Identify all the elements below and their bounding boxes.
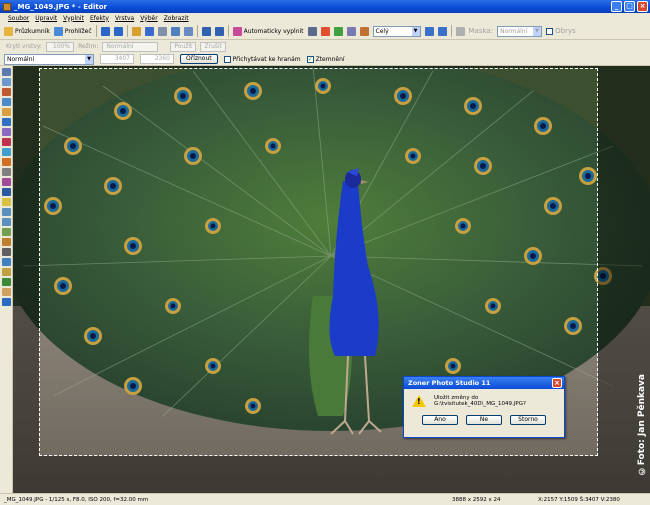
maximize-button[interactable]: □	[624, 1, 635, 12]
magic-wand-icon	[232, 26, 242, 36]
eyedropper-tool-icon[interactable]	[2, 248, 11, 256]
levels-icon[interactable]	[307, 26, 317, 36]
gradient-tool-icon[interactable]	[2, 178, 11, 186]
app-icon	[3, 2, 11, 11]
redo-icon[interactable]	[214, 26, 224, 36]
smudge-tool-icon[interactable]	[2, 268, 11, 276]
clone-tool-icon[interactable]	[2, 148, 11, 156]
chevron-down-icon: ▼	[533, 26, 542, 36]
sharpen-icon[interactable]	[346, 26, 356, 36]
crop-height-input[interactable]: 2360	[140, 54, 174, 64]
crop-toolbar: Normální ▼ 3407 2360 Oříznout Přichytávat…	[0, 53, 650, 66]
forward-arrow-icon[interactable]	[113, 26, 123, 36]
crop-button[interactable]: Oříznout	[180, 54, 218, 64]
print-icon[interactable]	[157, 26, 167, 36]
rezim-label: Režim:	[78, 43, 99, 50]
dialog-close-icon[interactable]: ×	[552, 378, 562, 388]
color-tool-icon[interactable]	[2, 128, 11, 136]
minimize-button[interactable]: _	[611, 1, 622, 12]
dialog-yes-button[interactable]: Ano	[422, 415, 458, 425]
menu-bar: Soubor Upravit Vyplnit Efekty Vrstva Výb…	[0, 13, 650, 23]
mask-select[interactable]: Normální ▼	[497, 25, 543, 37]
menu-vyber[interactable]: Výběr	[140, 15, 157, 22]
snap-checkbox[interactable]: Přichytávat ke hranám	[223, 55, 301, 63]
bucket-tool-icon[interactable]	[2, 198, 11, 206]
paste-icon[interactable]	[183, 26, 193, 36]
menu-efekty[interactable]: Efekty	[90, 15, 109, 22]
layer-icon[interactable]	[455, 26, 465, 36]
zoom-select[interactable]: Celý ▼	[372, 25, 421, 37]
crop-tool-icon[interactable]	[2, 88, 11, 96]
perspective-tool-icon[interactable]	[2, 118, 11, 126]
fit-icon[interactable]	[424, 26, 434, 36]
dialog-title: Zoner Photo Studio 11	[408, 379, 491, 387]
layer-toolbar: Krytí vrstvy: 100% Režim: Normální Použí…	[0, 40, 650, 53]
status-coords: X:2157 Y:1509 Š:3407 V:2380	[538, 496, 620, 503]
dialog-title-bar: Zoner Photo Studio 11 ×	[404, 377, 564, 389]
shape-tool-icon[interactable]	[2, 258, 11, 266]
rect-select-tool-icon[interactable]	[2, 208, 11, 216]
chevron-down-icon: ▼	[411, 26, 420, 36]
text-tool-icon[interactable]	[2, 188, 11, 196]
eraser-tool-icon[interactable]	[2, 168, 11, 176]
dialog-no-button[interactable]: Ne	[466, 415, 502, 425]
crop-mode-select[interactable]: Normální ▼	[4, 53, 94, 65]
crop-width-input[interactable]: 3407	[100, 54, 134, 64]
undo-icon[interactable]	[201, 26, 211, 36]
kryti-input[interactable]: 100%	[46, 41, 75, 52]
rotate-tool-icon[interactable]	[2, 98, 11, 106]
darken-checkbox[interactable]: ✓ Ztemnění	[306, 55, 345, 63]
menu-vyplnit[interactable]: Vyplnit	[63, 15, 84, 22]
dialog-cancel-button[interactable]: Storno	[510, 415, 546, 425]
levels-tool-icon[interactable]	[2, 108, 11, 116]
save-dialog: Zoner Photo Studio 11 × ! Uložit změny d…	[403, 376, 565, 438]
color-icon[interactable]	[333, 26, 343, 36]
brush-tool-icon[interactable]	[2, 158, 11, 166]
lasso-tool-icon[interactable]	[2, 228, 11, 236]
viewer-icon	[53, 26, 63, 36]
obrys-checkbox[interactable]: Obrys	[546, 27, 576, 35]
sharpen-tool-icon[interactable]	[2, 278, 11, 286]
layer-tool-icon[interactable]	[2, 298, 11, 306]
copy-icon[interactable]	[170, 26, 180, 36]
window-title: _MG_1049.JPG * - Editor	[14, 2, 108, 11]
menu-zobrazit[interactable]: Zobrazit	[164, 15, 189, 22]
tools-palette	[0, 66, 13, 493]
curves-icon[interactable]	[320, 26, 330, 36]
warning-icon: !	[412, 395, 426, 407]
back-arrow-icon[interactable]	[100, 26, 110, 36]
hand-tool-icon[interactable]	[2, 78, 11, 86]
menu-vrstva[interactable]: Vrstva	[115, 15, 134, 22]
zrusit-button[interactable]: Zrušit	[200, 41, 226, 52]
dialog-message: Uložit změny do G:\tvisitutek_40D\_MG_10…	[434, 395, 526, 407]
status-bar: _MG_1049.JPG - 1/125 s, F8.0, ISO 200, f…	[0, 493, 650, 505]
actual-size-icon[interactable]	[437, 26, 447, 36]
close-button[interactable]: ×	[637, 1, 648, 12]
redeye-tool-icon[interactable]	[2, 138, 11, 146]
wand-tool-icon[interactable]	[2, 238, 11, 246]
pouzit-button[interactable]: Použít	[170, 41, 197, 52]
main-toolbar: Průzkumník Prohlížeč Automaticky vyplnit…	[0, 23, 650, 40]
kryti-label: Krytí vrstvy:	[6, 43, 43, 50]
ellipse-select-tool-icon[interactable]	[2, 218, 11, 226]
auto-fill-button[interactable]: Automaticky vyplnit	[232, 26, 304, 36]
menu-soubor[interactable]: Soubor	[8, 15, 29, 22]
chevron-down-icon: ▼	[85, 54, 93, 64]
status-dimensions: 3888 x 2592 x 24	[452, 496, 501, 503]
zoom-tool-icon[interactable]	[2, 68, 11, 76]
photo-watermark: ©Foto: Jan Pěnkava	[637, 374, 647, 476]
prohlizec-button[interactable]: Prohlížeč	[53, 26, 92, 36]
effect-icon[interactable]	[359, 26, 369, 36]
title-bar: _MG_1049.JPG * - Editor _ □ ×	[0, 0, 650, 13]
status-file-info: _MG_1049.JPG - 1/125 s, F8.0, ISO 200, f…	[4, 496, 149, 503]
folder-icon	[4, 26, 13, 36]
mask-label: Maska:	[468, 27, 494, 35]
dodge-tool-icon[interactable]	[2, 288, 11, 296]
rezim-select[interactable]: Normální	[102, 41, 159, 52]
pruzkumnik-button[interactable]: Průzkumník	[4, 26, 50, 36]
menu-upravit[interactable]: Upravit	[35, 15, 57, 22]
open-icon[interactable]	[131, 26, 141, 36]
save-icon[interactable]	[144, 26, 154, 36]
